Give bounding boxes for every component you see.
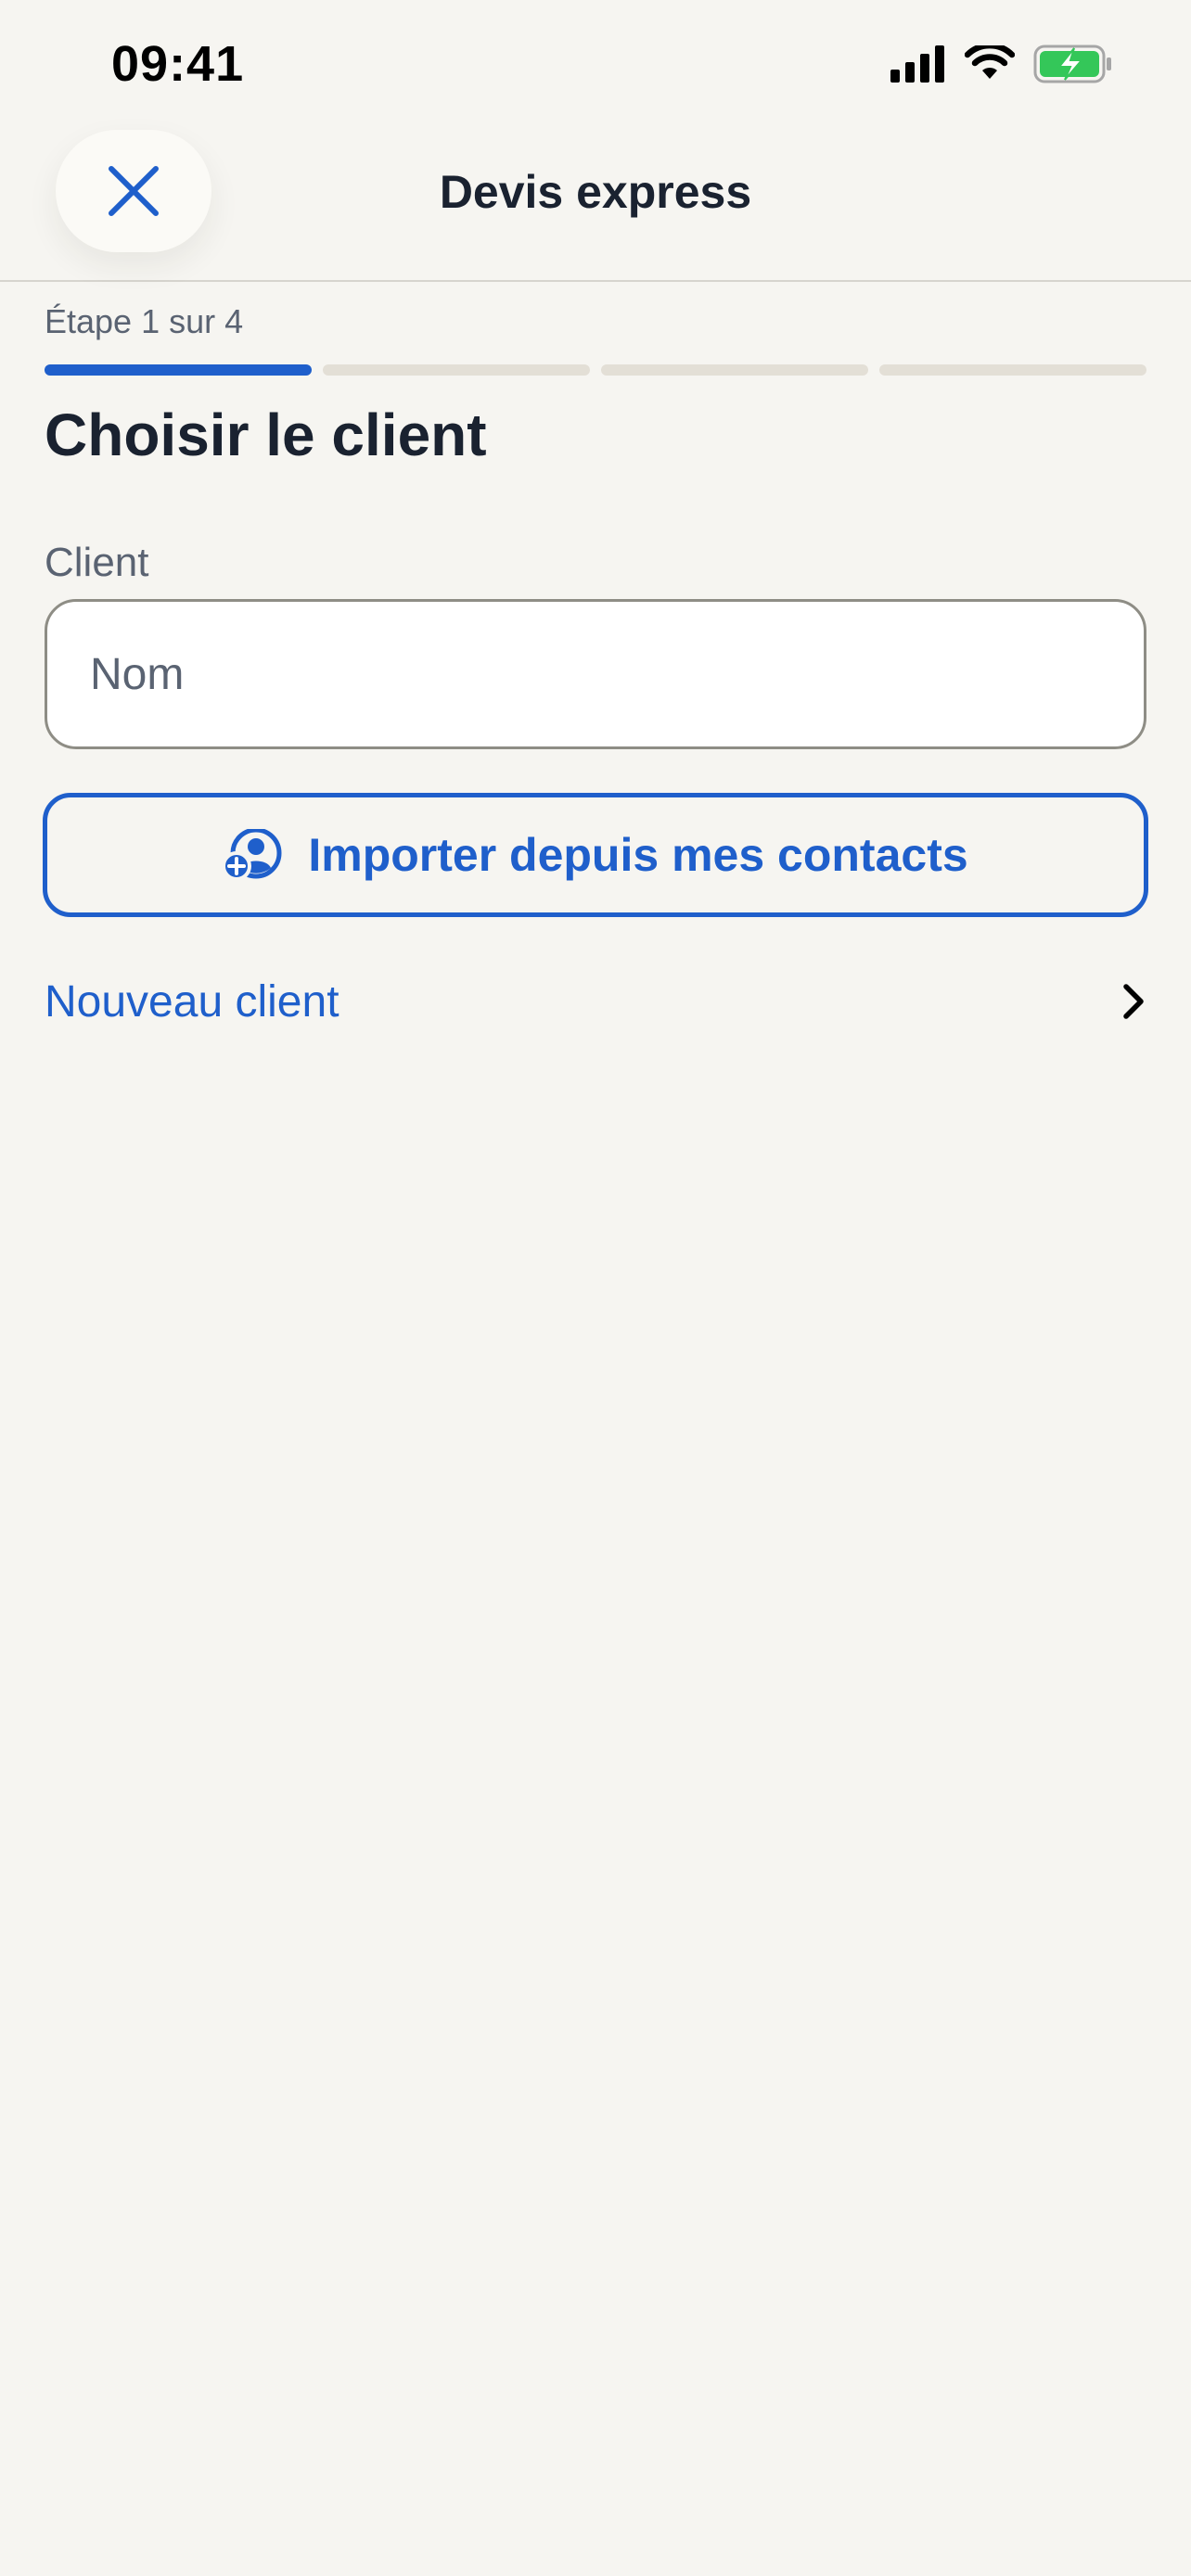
new-client-label: Nouveau client xyxy=(45,976,339,1027)
chevron-right-icon xyxy=(1123,984,1144,1019)
client-field-label: Client xyxy=(45,540,149,585)
new-client-row[interactable]: Nouveau client xyxy=(45,957,1146,1046)
nav-title: Devis express xyxy=(439,166,752,218)
page-title: Choisir le client xyxy=(45,402,487,468)
import-contacts-label: Importer depuis mes contacts xyxy=(308,829,968,881)
status-time: 09:41 xyxy=(111,36,245,92)
import-contacts-button[interactable]: Importer depuis mes contacts xyxy=(43,793,1148,917)
progress-segment-4 xyxy=(879,364,1146,376)
client-name-input[interactable] xyxy=(45,599,1146,749)
progress-segment-2 xyxy=(323,364,590,376)
progress-segment-3 xyxy=(601,364,868,376)
app-screen: 09:41 Devis express Étape 1 sur 4 Choisi… xyxy=(0,0,1191,2576)
status-icons xyxy=(890,45,1113,83)
progress-segment-1 xyxy=(45,364,312,376)
status-bar: 09:41 xyxy=(0,0,1191,130)
wifi-icon xyxy=(965,45,1015,79)
step-label: Étape 1 sur 4 xyxy=(45,302,244,340)
nav-bar: Devis express xyxy=(0,130,1191,282)
step-progress xyxy=(45,364,1146,376)
battery-charging-icon xyxy=(1033,45,1111,83)
cellular-signal-icon xyxy=(890,45,944,83)
add-contact-icon xyxy=(223,829,282,881)
